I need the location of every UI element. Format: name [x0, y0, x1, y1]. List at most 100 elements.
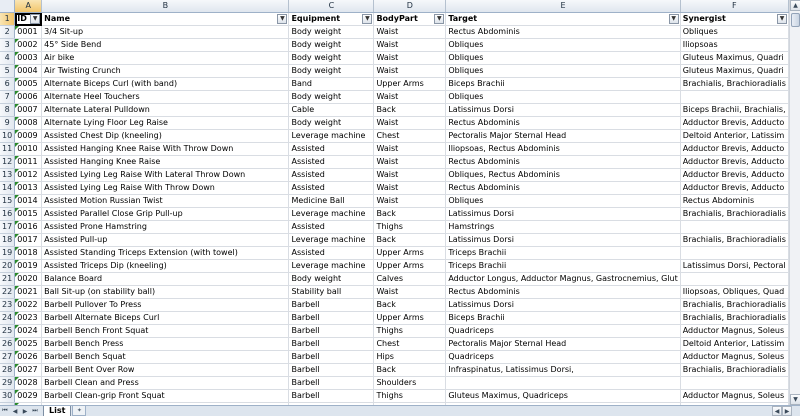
table-cell[interactable]: Rectus Abdominis	[445, 285, 681, 300]
table-cell[interactable]: Hips	[373, 350, 447, 365]
column-header-b[interactable]: B	[41, 0, 290, 14]
table-cell[interactable]: Upper Arms	[373, 259, 447, 274]
table-cell[interactable]: Latissimus Dorsi	[445, 207, 681, 222]
scroll-up-arrow-icon[interactable]: ▲	[790, 0, 800, 11]
table-cell[interactable]: 45° Side Bend	[41, 38, 290, 53]
row-header[interactable]: 6	[0, 77, 16, 92]
field-header-cell[interactable]: Synergist ▼	[680, 12, 789, 27]
select-all-corner[interactable]	[0, 0, 16, 14]
table-cell[interactable]: Leverage machine	[288, 233, 375, 248]
table-cell[interactable]: Biceps Brachii, Brachialis,	[680, 103, 789, 118]
table-cell[interactable]: Obliques	[445, 64, 681, 79]
row-header[interactable]: 14	[0, 181, 16, 196]
table-cell[interactable]	[680, 376, 789, 391]
table-cell[interactable]: Waist	[373, 285, 447, 300]
table-cell[interactable]: 0015	[14, 207, 43, 222]
table-cell[interactable]: Assisted Hanging Knee Raise With Throw D…	[41, 142, 290, 157]
table-cell[interactable]: Barbell	[288, 389, 375, 404]
row-header[interactable]: 21	[0, 272, 16, 287]
row-header[interactable]: 5	[0, 64, 16, 79]
table-cell[interactable]: Barbell Pullover To Press	[41, 298, 290, 313]
field-header-cell[interactable]: Name ▼	[41, 12, 290, 27]
table-cell[interactable]: Waist	[373, 155, 447, 170]
scroll-down-arrow-icon[interactable]: ▼	[790, 394, 800, 405]
table-cell[interactable]: Assisted Motion Russian Twist	[41, 194, 290, 209]
table-cell[interactable]: Obliques	[445, 38, 681, 53]
table-cell[interactable]: Rectus Abdominis	[445, 116, 681, 131]
table-cell[interactable]: 0014	[14, 194, 43, 209]
table-cell[interactable]: Barbell	[288, 311, 375, 326]
table-cell[interactable]: Stability ball	[288, 285, 375, 300]
table-cell[interactable]: Ball Sit-up (on stability ball)	[41, 285, 290, 300]
table-cell[interactable]: Adductor Brevis, Adducto	[680, 116, 789, 131]
last-sheet-icon[interactable]: ⏭	[30, 406, 40, 416]
filter-dropdown-icon[interactable]: ▼	[30, 14, 41, 25]
table-cell[interactable]: Barbell Alternate Biceps Curl	[41, 311, 290, 326]
column-header-a[interactable]: A	[14, 0, 43, 14]
table-cell[interactable]: 0001	[14, 25, 43, 40]
table-cell[interactable]: Adductor Brevis, Adducto	[680, 142, 789, 157]
filter-dropdown-icon[interactable]: ▼	[434, 14, 445, 25]
row-header[interactable]: 9	[0, 116, 16, 131]
table-cell[interactable]: Assisted Prone Hamstring	[41, 220, 290, 235]
table-cell[interactable]: 0009	[14, 129, 43, 144]
table-cell[interactable]: Barbell	[288, 298, 375, 313]
table-cell[interactable]: Iliopsoas, Rectus Abdominis	[445, 142, 681, 157]
table-cell[interactable]: Brachialis, Brachioradialis	[680, 77, 789, 92]
table-cell[interactable]: Barbell Bench Press	[41, 337, 290, 352]
table-cell[interactable]: 0011	[14, 155, 43, 170]
row-header[interactable]: 24	[0, 311, 16, 326]
row-header[interactable]: 13	[0, 168, 16, 183]
table-cell[interactable]: Barbell	[288, 324, 375, 339]
first-sheet-icon[interactable]: ⏮	[0, 406, 10, 416]
column-header-f[interactable]: F	[680, 0, 789, 14]
table-cell[interactable]: Back	[373, 298, 447, 313]
table-cell[interactable]: Alternate Lateral Pulldown	[41, 103, 290, 118]
table-cell[interactable]: Alternate Biceps Curl (with band)	[41, 77, 290, 92]
field-header-cell[interactable]: BodyPart ▼	[373, 12, 447, 27]
table-cell[interactable]: Waist	[373, 25, 447, 40]
scroll-thumb[interactable]	[791, 13, 800, 27]
table-cell[interactable]: 0003	[14, 51, 43, 66]
table-cell[interactable]: Waist	[373, 38, 447, 53]
row-header[interactable]: 20	[0, 259, 16, 274]
table-cell[interactable]: 0006	[14, 90, 43, 105]
table-cell[interactable]	[680, 220, 789, 235]
table-cell[interactable]: Deltoid Anterior, Latissim	[680, 337, 789, 352]
table-cell[interactable]: Barbell	[288, 337, 375, 352]
table-cell[interactable]: Pectoralis Major Sternal Head	[445, 337, 681, 352]
table-cell[interactable]: Assisted	[288, 246, 375, 261]
table-cell[interactable]: Assisted Lying Leg Raise With Lateral Th…	[41, 168, 290, 183]
table-cell[interactable]: Obliques	[445, 194, 681, 209]
table-cell[interactable]: Calves	[373, 272, 447, 287]
row-header[interactable]: 15	[0, 194, 16, 209]
table-cell[interactable]: Adductor Brevis, Adducto	[680, 181, 789, 196]
vertical-scrollbar[interactable]: ▲ ▼	[789, 0, 800, 405]
table-cell[interactable]: 0016	[14, 220, 43, 235]
filter-dropdown-icon[interactable]: ▼	[277, 14, 288, 25]
table-cell[interactable]: Assisted	[288, 220, 375, 235]
table-cell[interactable]: Adductor Brevis, Adducto	[680, 155, 789, 170]
scroll-right-arrow-icon[interactable]: ▶	[782, 406, 792, 416]
table-cell[interactable]: Adductor Longus, Adductor Magnus, Gastro…	[445, 272, 681, 287]
row-header[interactable]: 23	[0, 298, 16, 313]
table-cell[interactable]: Air Twisting Crunch	[41, 64, 290, 79]
table-cell[interactable]	[680, 90, 789, 105]
filter-dropdown-icon[interactable]: ▼	[668, 14, 679, 25]
table-cell[interactable]: 0022	[14, 298, 43, 313]
table-cell[interactable]: Adductor Magnus, Soleus	[680, 350, 789, 365]
table-cell[interactable]: 0023	[14, 311, 43, 326]
table-cell[interactable]: Biceps Brachii	[445, 311, 681, 326]
table-cell[interactable]: 0012	[14, 168, 43, 183]
table-cell[interactable]: Cable	[288, 103, 375, 118]
table-cell[interactable]: Barbell	[288, 363, 375, 378]
next-sheet-icon[interactable]: ▶	[20, 406, 30, 416]
table-cell[interactable]: 0027	[14, 363, 43, 378]
table-cell[interactable]: Obliques	[445, 51, 681, 66]
table-cell[interactable]: 0026	[14, 350, 43, 365]
table-cell[interactable]: 0019	[14, 259, 43, 274]
table-cell[interactable]: Pectoralis Major Sternal Head	[445, 129, 681, 144]
table-cell[interactable]: 0025	[14, 337, 43, 352]
table-cell[interactable]: Obliques	[680, 25, 789, 40]
table-cell[interactable]: Rectus Abdominis	[680, 194, 789, 209]
